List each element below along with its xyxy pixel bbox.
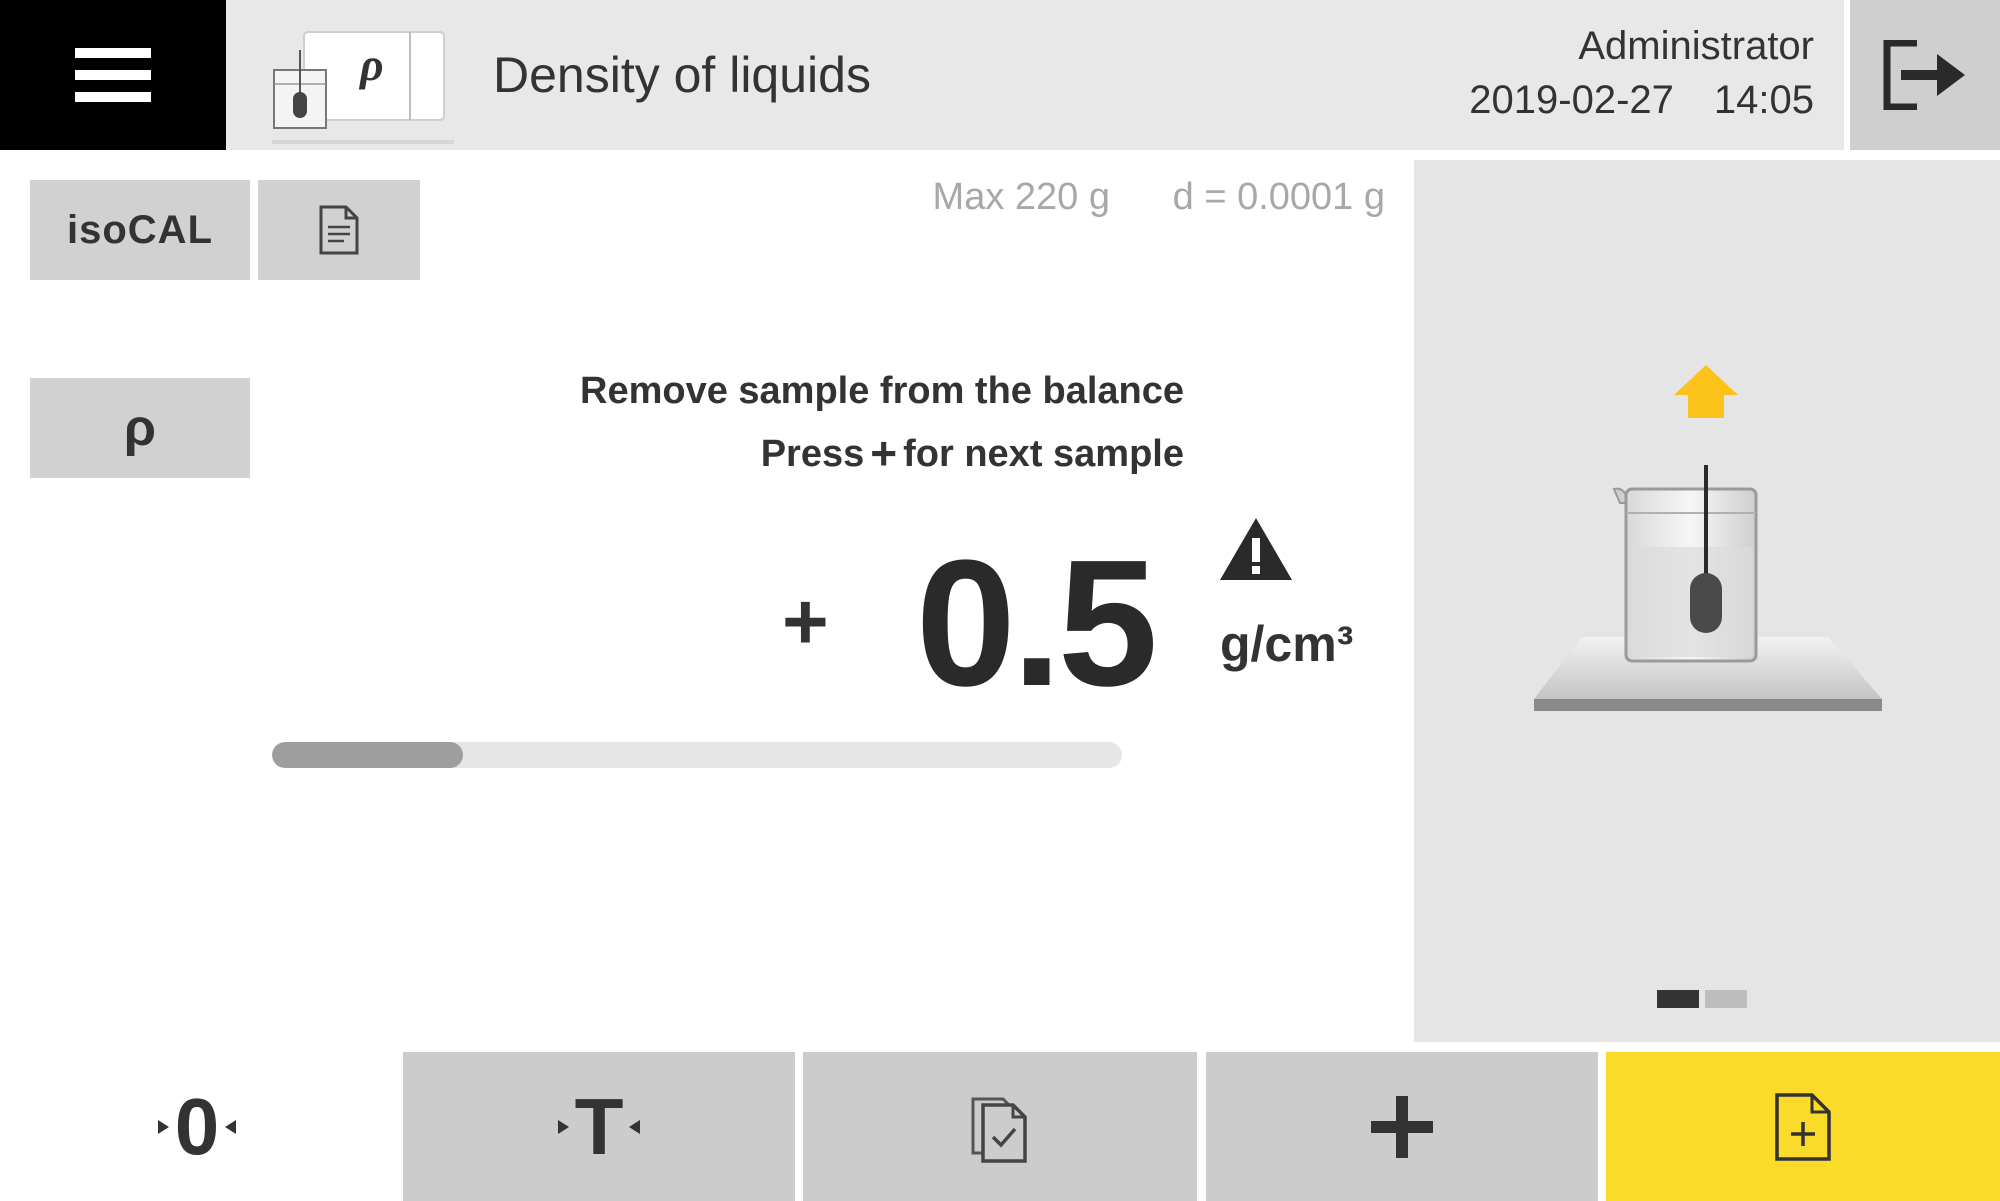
tare-left-arrow-icon bbox=[557, 1119, 569, 1134]
density-button[interactable]: ρ bbox=[30, 378, 250, 478]
page-dot-2[interactable] bbox=[1705, 990, 1747, 1008]
current-date: 2019-02-27 bbox=[1469, 78, 1674, 122]
logout-button[interactable] bbox=[1850, 0, 2000, 150]
report-button[interactable] bbox=[258, 180, 420, 280]
instruction-plus-symbol: + bbox=[870, 427, 898, 479]
zero-right-arrow-icon bbox=[225, 1119, 237, 1134]
plus-icon bbox=[1371, 1095, 1433, 1158]
reading-value: 0.5 bbox=[915, 523, 1158, 724]
hamburger-icon bbox=[75, 48, 151, 102]
page-dot-1[interactable] bbox=[1657, 990, 1699, 1008]
reading-unit: g/cm³ bbox=[1220, 616, 1354, 672]
tare-button[interactable]: T bbox=[403, 1052, 795, 1201]
menu-button[interactable] bbox=[0, 0, 226, 150]
tare-right-arrow-icon bbox=[629, 1119, 641, 1134]
next-sample-button[interactable] bbox=[1206, 1052, 1598, 1201]
logout-icon bbox=[1883, 40, 1965, 110]
readability: d = 0.0001 g bbox=[1172, 176, 1385, 218]
page-indicator[interactable] bbox=[1657, 990, 1747, 1008]
app-icon-symbol: ρ bbox=[358, 39, 384, 90]
warning-triangle-icon bbox=[1220, 518, 1292, 580]
date-time: 2019-02-27 14:05 bbox=[1469, 78, 1814, 123]
density-beaker-icon: ρ bbox=[272, 31, 454, 144]
reading-sign: + bbox=[782, 577, 829, 666]
check-results-button[interactable] bbox=[803, 1052, 1197, 1201]
user-name: Administrator bbox=[1578, 24, 1814, 68]
document-icon bbox=[319, 205, 359, 255]
isocal-button[interactable]: isoCAL bbox=[30, 180, 250, 280]
illustration-panel[interactable] bbox=[1414, 160, 2000, 1042]
header-bar: ρ Density of liquids Administrator 2019-… bbox=[226, 0, 1844, 150]
zero-left-arrow-icon bbox=[157, 1119, 169, 1134]
stability-progress-bar bbox=[272, 742, 1122, 768]
tare-label: T bbox=[574, 1081, 624, 1171]
zero-button[interactable]: 0 bbox=[0, 1052, 394, 1201]
app-title: Density of liquids bbox=[493, 47, 871, 103]
instruction-next: for next sample bbox=[903, 433, 1184, 475]
current-time: 14:05 bbox=[1713, 78, 1814, 122]
instruction-line-2: Press + for next sample bbox=[761, 426, 1184, 480]
instruction-line-1: Remove sample from the balance bbox=[580, 370, 1184, 412]
zero-label: 0 bbox=[174, 1081, 220, 1171]
progress-fill bbox=[272, 742, 464, 768]
instruction-press: Press bbox=[760, 433, 865, 475]
up-arrow-icon bbox=[1674, 365, 1738, 418]
sample-removal-illustration bbox=[1534, 365, 1882, 711]
checklist-copy-icon bbox=[971, 1097, 1027, 1163]
new-document-icon bbox=[1775, 1092, 1831, 1161]
new-document-button[interactable] bbox=[1606, 1052, 2000, 1201]
max-capacity: Max 220 g bbox=[932, 176, 1110, 218]
